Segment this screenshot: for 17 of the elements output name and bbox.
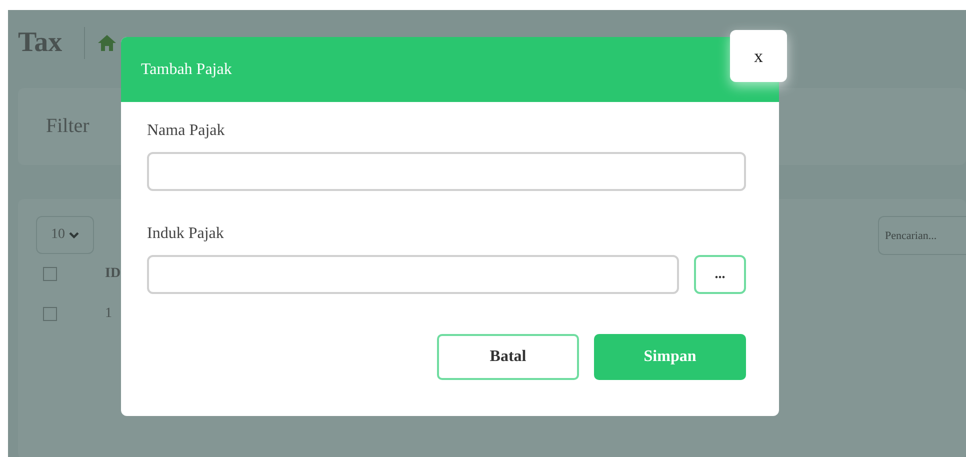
checkbox[interactable] (43, 267, 57, 281)
dialog-title: Tambah Pajak (141, 60, 232, 78)
filter-label: Filter (46, 115, 90, 138)
browse-button[interactable]: ... (694, 255, 746, 294)
table-cell: 1 (105, 306, 112, 322)
field-label: Induk Pajak (147, 225, 225, 243)
checkbox[interactable] (43, 307, 57, 321)
cancel-button[interactable]: Batal (437, 334, 579, 380)
column-header: ID (105, 266, 121, 282)
home-icon[interactable] (97, 34, 118, 52)
search-field[interactable]: Pencarian... (878, 216, 966, 255)
close-button[interactable]: x (730, 30, 787, 82)
field-label: Nama Pajak (147, 122, 226, 140)
chevron-down-icon (69, 231, 79, 239)
page-title: Tax (18, 27, 62, 59)
input-field[interactable] (147, 255, 679, 294)
input-field[interactable] (147, 152, 746, 191)
